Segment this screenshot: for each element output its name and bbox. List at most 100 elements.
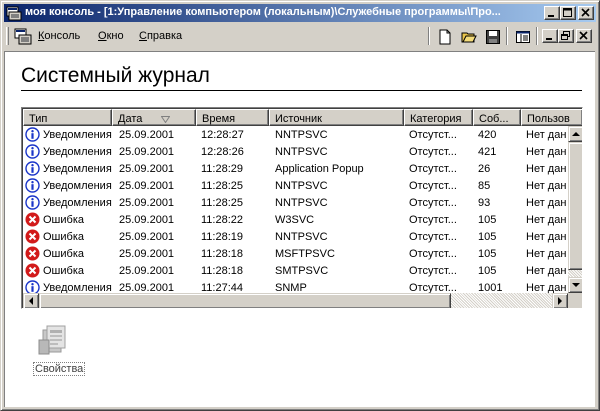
- table-cell: Отсутст...: [409, 146, 457, 158]
- show-hide-tree-button[interactable]: [512, 27, 534, 47]
- table-cell: 11:28:29: [201, 163, 244, 175]
- close-button[interactable]: [578, 6, 594, 20]
- save-button[interactable]: [482, 27, 504, 47]
- table-row[interactable]: Ошибка 25.09.2001 11:28:22 W3SVC Отсутст... 1…: [23, 211, 568, 228]
- menu-grip[interactable]: [6, 27, 9, 45]
- event-list[interactable]: Тип Дата Время Источник Категория Соб...…: [21, 107, 583, 309]
- table-row[interactable]: Ошибка 25.09.2001 11:28:19 NNTPSVC Отсутст..…: [23, 228, 568, 245]
- list-rows: Уведомления 25.09.2001 12:28:27 NNTPSVC Отсу…: [23, 126, 568, 293]
- table-row[interactable]: Уведомления 25.09.2001 11:28:25 NNTPSVC Отсу…: [23, 194, 568, 211]
- scroll-left-button[interactable]: [23, 293, 39, 308]
- table-cell: 105: [478, 248, 497, 260]
- table-cell: SNMP: [275, 282, 307, 293]
- page-title: Системный журнал: [21, 64, 210, 87]
- column-header-source[interactable]: Источник: [269, 109, 404, 126]
- scroll-up-button[interactable]: [568, 126, 582, 142]
- console-menu-icon[interactable]: [14, 27, 32, 48]
- column-header-event-label: Соб...: [479, 113, 509, 125]
- table-row[interactable]: Ошибка 25.09.2001 11:28:18 SMTPSVC Отсутст..…: [23, 262, 568, 279]
- table-row[interactable]: Ошибка 25.09.2001 11:28:18 MSFTPSVC Отсутст.…: [23, 245, 568, 262]
- menu-console[interactable]: Консоль: [38, 30, 80, 42]
- scrollbar-corner: [568, 293, 582, 308]
- properties-task[interactable]: Свойства: [33, 322, 93, 382]
- column-header-time[interactable]: Время: [196, 109, 269, 126]
- table-cell: 11:28:18: [201, 248, 244, 260]
- table-cell: Уведомления: [43, 180, 112, 192]
- table-cell: Отсутст...: [409, 197, 457, 209]
- table-cell: Нет дан: [526, 146, 567, 158]
- table-cell: 11:28:25: [201, 197, 244, 209]
- table-cell: Уведомления: [43, 197, 112, 209]
- vertical-scroll-thumb[interactable]: [568, 142, 582, 270]
- table-cell: 1001: [478, 282, 503, 293]
- window-title: моя консоль - [1:Управление компьютером …: [25, 6, 501, 18]
- table-row[interactable]: Уведомления 25.09.2001 11:28:25 NNTPSVC Отсу…: [23, 177, 568, 194]
- menu-window[interactable]: Окно: [98, 30, 124, 42]
- properties-label: Свойства: [33, 362, 86, 376]
- column-header-type[interactable]: Тип: [23, 109, 112, 126]
- column-header-category[interactable]: Категория: [404, 109, 473, 126]
- table-cell: Отсутст...: [409, 129, 457, 141]
- menu-help[interactable]: Справка: [139, 30, 182, 42]
- content-pane: Системный журнал Тип Дата Время Источник…: [4, 51, 595, 407]
- table-cell: 420: [478, 129, 497, 141]
- table-cell: 25.09.2001: [119, 197, 175, 209]
- table-cell: Отсутст...: [409, 282, 457, 293]
- table-cell: 25.09.2001: [119, 163, 175, 175]
- minimize-button[interactable]: [544, 6, 560, 20]
- table-row[interactable]: Уведомления 25.09.2001 12:28:27 NNTPSVC Отсу…: [23, 126, 568, 143]
- table-cell: Нет дан: [526, 231, 567, 243]
- table-cell: NNTPSVC: [275, 180, 328, 192]
- error-icon: [25, 229, 40, 244]
- information-icon: [25, 161, 40, 176]
- table-cell: 25.09.2001: [119, 129, 175, 141]
- table-cell: 25.09.2001: [119, 248, 175, 260]
- table-cell: Отсутст...: [409, 265, 457, 277]
- information-icon: [25, 178, 40, 193]
- table-cell: 12:28:26: [201, 146, 244, 158]
- table-cell: Отсутст...: [409, 231, 457, 243]
- column-header-event[interactable]: Соб...: [473, 109, 521, 126]
- table-cell: Уведомления: [43, 129, 112, 141]
- new-document-button[interactable]: [434, 27, 456, 47]
- child-close-button[interactable]: [576, 29, 592, 43]
- column-header-user[interactable]: Пользов: [521, 109, 582, 126]
- vertical-scrollbar[interactable]: [568, 126, 582, 293]
- properties-icon: [37, 322, 71, 359]
- maximize-button[interactable]: [560, 6, 576, 20]
- table-cell: Отсутст...: [409, 214, 457, 226]
- child-minimize-button[interactable]: [542, 29, 558, 43]
- table-cell: 11:28:18: [201, 265, 244, 277]
- toolbar-separator: [428, 27, 430, 45]
- menu-window-accel: О: [98, 30, 107, 42]
- child-restore-button[interactable]: [558, 29, 574, 43]
- table-cell: Отсутст...: [409, 248, 457, 260]
- column-header-type-label: Тип: [29, 113, 48, 125]
- horizontal-scrollbar[interactable]: [23, 293, 568, 308]
- column-header-date[interactable]: Дата: [112, 109, 196, 126]
- menu-console-label: онсоль: [44, 30, 81, 42]
- table-row[interactable]: Уведомления 25.09.2001 11:27:44 SNMP Отсутст…: [23, 279, 568, 293]
- table-cell: 421: [478, 146, 497, 158]
- column-header-time-label: Время: [202, 113, 236, 125]
- table-cell: 25.09.2001: [119, 282, 175, 293]
- table-cell: Ошибка: [43, 231, 84, 243]
- console-app-icon[interactable]: [6, 5, 22, 21]
- table-cell: 25.09.2001: [119, 214, 175, 226]
- table-cell: 11:28:19: [201, 231, 244, 243]
- table-cell: 25.09.2001: [119, 146, 175, 158]
- table-row[interactable]: Уведомления 25.09.2001 11:28:29 Application…: [23, 160, 568, 177]
- table-cell: Уведомления: [43, 282, 112, 293]
- console-window: моя консоль - [1:Управление компьютером …: [0, 0, 600, 411]
- scroll-right-button[interactable]: [552, 293, 568, 308]
- title-bar[interactable]: моя консоль - [1:Управление компьютером …: [4, 4, 596, 22]
- open-folder-button[interactable]: [458, 27, 480, 47]
- scroll-down-button[interactable]: [568, 277, 582, 293]
- information-icon: [25, 144, 40, 159]
- table-cell: 93: [478, 197, 491, 209]
- table-cell: Нет дан: [526, 265, 567, 277]
- horizontal-scroll-thumb[interactable]: [39, 293, 451, 308]
- table-row[interactable]: Уведомления 25.09.2001 12:28:26 NNTPSVC Отсу…: [23, 143, 568, 160]
- table-cell: NNTPSVC: [275, 231, 328, 243]
- column-header-date-label: Дата: [118, 113, 143, 125]
